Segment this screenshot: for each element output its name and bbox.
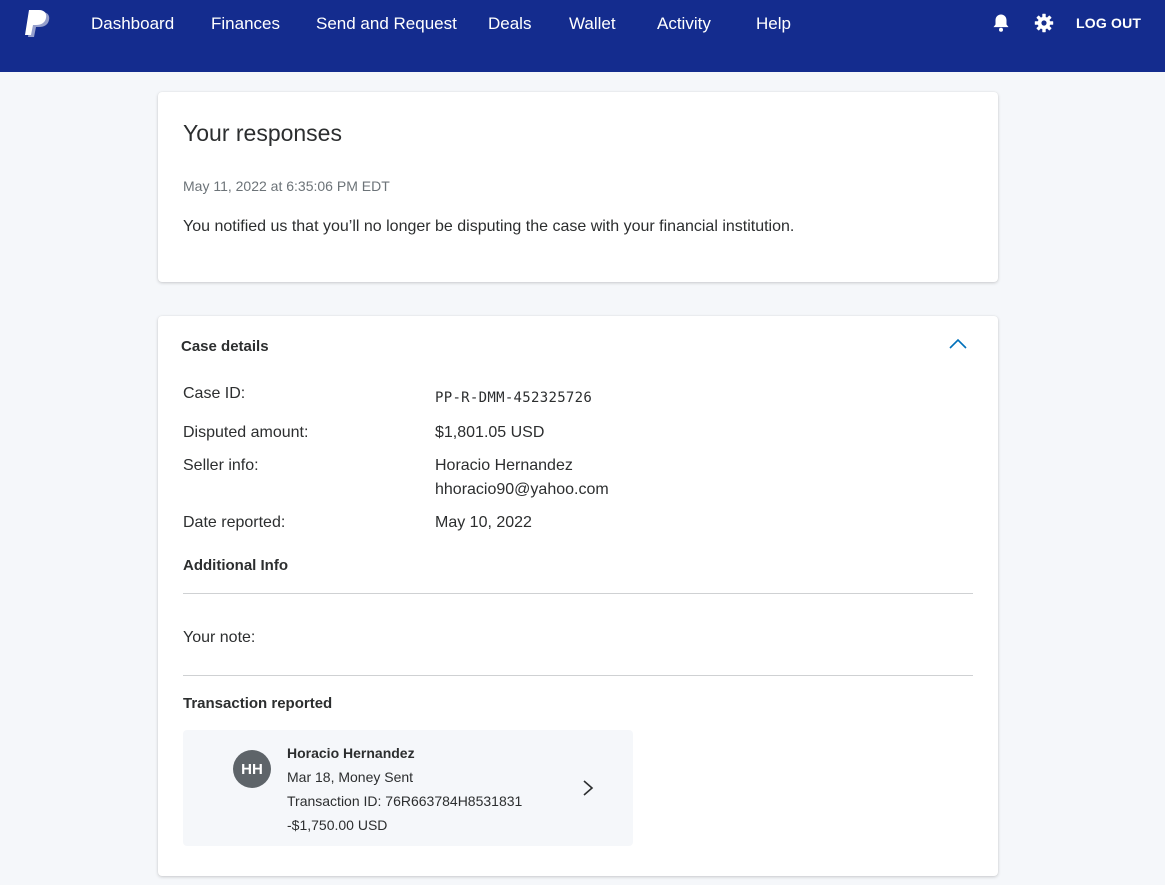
nav-activity[interactable]: Activity — [657, 13, 711, 35]
disputed-amount-label: Disputed amount: — [183, 424, 309, 441]
seller-email: hhoracio90@yahoo.com — [435, 481, 609, 498]
nav-finances[interactable]: Finances — [211, 13, 280, 35]
response-message: You notified us that you’ll no longer be… — [183, 218, 795, 235]
date-reported-label: Date reported: — [183, 514, 286, 531]
date-reported-value: May 10, 2022 — [435, 514, 532, 531]
transaction-name: Horacio Hernandez — [287, 745, 415, 761]
bell-icon[interactable] — [991, 13, 1011, 33]
transaction-id: Transaction ID: 76R663784H8531831 — [287, 793, 523, 809]
your-note-label: Your note: — [183, 629, 256, 646]
top-nav: Dashboard Finances Send and Request Deal… — [0, 0, 1165, 72]
transaction-amount: -$1,750.00 USD — [287, 817, 388, 833]
responses-title: Your responses — [183, 120, 342, 146]
gear-icon[interactable] — [1034, 13, 1054, 33]
divider — [183, 675, 973, 676]
nav-deals[interactable]: Deals — [488, 13, 531, 35]
case-details-title: Case details — [181, 338, 269, 355]
case-details-card: Case details Case ID: PP-R-DMM-452325726… — [158, 316, 998, 876]
transaction-subtitle: Mar 18, Money Sent — [287, 769, 414, 785]
chevron-up-icon[interactable] — [948, 336, 968, 350]
nav-dashboard[interactable]: Dashboard — [91, 13, 174, 35]
case-id-label: Case ID: — [183, 385, 246, 402]
nav-help[interactable]: Help — [756, 13, 791, 35]
transaction-item[interactable]: HH Horacio Hernandez Mar 18, Money Sent … — [183, 730, 633, 846]
additional-info-heading: Additional Info — [183, 557, 288, 574]
transaction-reported-heading: Transaction reported — [183, 695, 333, 712]
case-id-value: PP-R-DMM-452325726 — [435, 390, 593, 406]
divider — [183, 593, 973, 594]
nav-wallet[interactable]: Wallet — [569, 13, 616, 35]
seller-info-label: Seller info: — [183, 457, 259, 474]
paypal-logo[interactable] — [24, 10, 52, 40]
seller-name: Horacio Hernandez — [435, 457, 573, 474]
disputed-amount-value: $1,801.05 USD — [435, 424, 545, 441]
avatar: HH — [233, 750, 271, 788]
nav-send-and-request[interactable]: Send and Request — [316, 13, 457, 35]
chevron-right-icon[interactable] — [581, 778, 595, 798]
logout-button[interactable]: LOG OUT — [1076, 15, 1141, 31]
response-timestamp: May 11, 2022 at 6:35:06 PM EDT — [183, 178, 390, 194]
responses-card: Your responses May 11, 2022 at 6:35:06 P… — [158, 92, 998, 282]
